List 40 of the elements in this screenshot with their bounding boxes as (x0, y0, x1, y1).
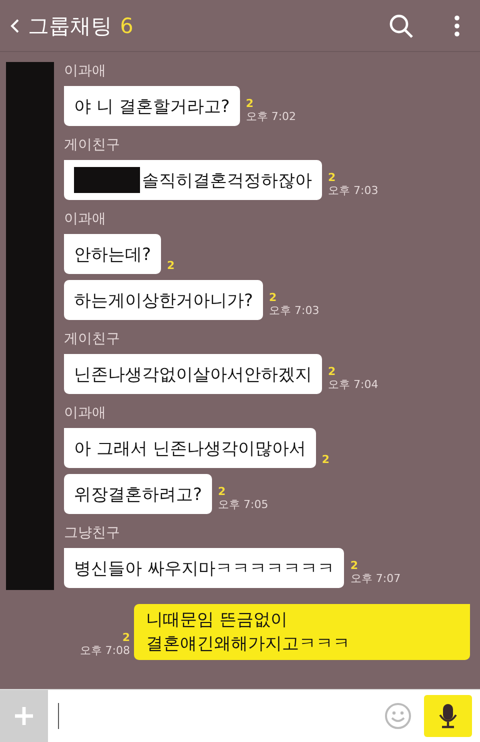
member-count: 6 (120, 14, 134, 38)
message-time: 오후 7:03 (328, 184, 378, 198)
message-time: 오후 7:05 (218, 498, 268, 512)
message-text: 안하는데? (74, 244, 152, 266)
unread-count: 2 (246, 98, 254, 110)
message-text: 아 그래서 닌존나생각이많아서 (74, 438, 306, 460)
unread-count: 2 (322, 454, 330, 466)
message-bubble: 니때문임 뜬금없이 결혼얘긴왜해가지고ㅋㅋㅋ (134, 604, 470, 660)
unread-count: 2 (328, 366, 337, 378)
message-text: 하는게이상한거아니가? (74, 290, 254, 312)
microphone-icon (438, 703, 458, 729)
unread-count: 2 (167, 260, 175, 272)
voice-button[interactable] (424, 695, 472, 737)
unread-count: 2 (328, 172, 337, 184)
message-text: 닌존나생각없이살아서안하겠지 (74, 364, 312, 386)
plus-icon (13, 705, 35, 727)
sender-name: 이과애 (64, 404, 107, 422)
sender-name: 그냥친구 (64, 524, 121, 542)
sender-name: 이과애 (64, 210, 107, 228)
message-time: 오후 7:07 (350, 572, 401, 586)
sender-name: 게이친구 (64, 330, 121, 348)
message-time: 오후 7:08 (80, 644, 130, 658)
message-time: 오후 7:03 (269, 304, 320, 318)
redaction-bar (74, 167, 140, 193)
unread-count: 2 (269, 292, 278, 304)
message-time: 오후 7:02 (246, 110, 296, 124)
message-text: 병신들아 싸우지마ㅋㅋㅋㅋㅋㅋㅋ (74, 558, 334, 580)
message-text: 솔직히결혼걱정하잖아 (142, 170, 312, 192)
unread-count: 2 (350, 560, 360, 572)
unread-count: 2 (122, 632, 130, 644)
message-text: 위장결혼하려고? (74, 484, 202, 506)
unread-count: 2 (218, 486, 227, 498)
chat-title: 그룹채팅 (28, 12, 112, 40)
more-icon[interactable] (454, 14, 460, 36)
sender-name: 이과애 (64, 62, 107, 80)
sender-name: 게이친구 (64, 136, 121, 154)
search-icon[interactable] (388, 12, 414, 38)
message-text: 야 니 결혼할거라고? (74, 96, 230, 118)
back-icon[interactable] (10, 18, 20, 34)
message-time: 오후 7:04 (328, 378, 378, 392)
